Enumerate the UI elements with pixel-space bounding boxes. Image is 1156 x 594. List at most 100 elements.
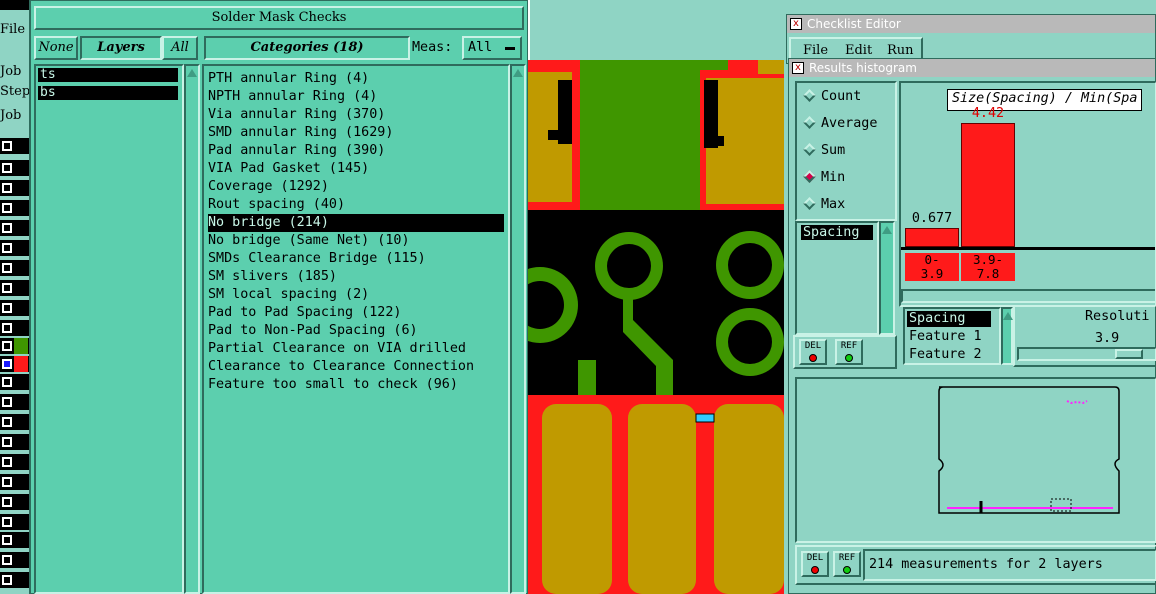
layer-toggle-row[interactable] (0, 514, 29, 530)
checkbox-icon[interactable] (2, 555, 12, 565)
category-item[interactable]: VIA Pad Gasket (145) (208, 160, 504, 178)
checkbox-icon[interactable] (2, 437, 12, 447)
field-item-spacing[interactable]: Spacing (907, 311, 991, 327)
mode-sum[interactable]: Sum (803, 143, 845, 158)
scroll-up-icon[interactable] (513, 69, 523, 77)
layer-toggle-row[interactable] (0, 474, 29, 490)
category-item[interactable]: Coverage (1292) (208, 178, 504, 196)
layer-toggle-row[interactable] (0, 240, 29, 256)
checkbox-icon[interactable] (2, 377, 12, 387)
mode-min[interactable]: Min (803, 170, 845, 185)
checkbox-icon[interactable] (2, 397, 12, 407)
layer-toggle-row[interactable] (0, 356, 29, 372)
list-item-spacing[interactable]: Spacing (801, 225, 873, 240)
checkbox-icon[interactable] (2, 141, 12, 151)
checkbox-icon[interactable] (2, 163, 12, 173)
layer-toggle-row[interactable] (0, 494, 29, 510)
category-item[interactable]: No bridge (214) (208, 214, 504, 232)
strip-label-step[interactable]: Step (0, 84, 29, 99)
categories-list[interactable]: PTH annular Ring (4) NPTH annular Ring (4… (202, 64, 510, 594)
scroll-up-icon[interactable] (187, 69, 197, 77)
checkbox-icon[interactable] (2, 575, 12, 585)
layer-toggle-row[interactable] (0, 434, 29, 450)
mode-average[interactable]: Average (803, 116, 877, 131)
layer-toggle-row[interactable] (0, 454, 29, 470)
layer-toggle-row[interactable] (0, 220, 29, 236)
measure-list[interactable]: Spacing (795, 221, 879, 335)
menu-edit[interactable]: Edit (845, 43, 872, 58)
del-button[interactable]: DEL (799, 339, 827, 365)
close-icon[interactable]: x (792, 62, 804, 74)
layers-scrollbar[interactable] (184, 64, 200, 594)
layer-toggle-row[interactable] (0, 260, 29, 276)
layer-toggle-row[interactable] (0, 300, 29, 316)
close-icon[interactable]: x (790, 18, 802, 30)
layer-toggle-row[interactable] (0, 572, 29, 588)
layer-toggle-row[interactable] (0, 280, 29, 296)
layer-toggle-row[interactable] (0, 414, 29, 430)
checkbox-icon[interactable] (2, 457, 12, 467)
category-item[interactable]: Rout spacing (40) (208, 196, 504, 214)
category-item[interactable]: Partial Clearance on VIA drilled (208, 340, 504, 358)
mode-max[interactable]: Max (803, 197, 845, 212)
category-item[interactable]: Feature too small to check (96) (208, 376, 504, 394)
checkbox-icon[interactable] (2, 303, 12, 313)
scroll-up-icon[interactable] (882, 226, 892, 234)
category-item[interactable]: SM slivers (185) (208, 268, 504, 286)
category-item[interactable]: Clearance to Clearance Connection (208, 358, 504, 376)
layer-toggle-row[interactable] (0, 374, 29, 390)
layer-toggle-row[interactable] (0, 552, 29, 568)
layer-toggle-row[interactable] (0, 138, 29, 154)
checkbox-icon[interactable] (2, 497, 12, 507)
category-item[interactable]: No bridge (Same Net) (10) (208, 232, 504, 250)
layer-item-ts[interactable]: ts (38, 68, 178, 82)
category-item[interactable]: Via annular Ring (370) (208, 106, 504, 124)
checkbox-icon[interactable] (2, 517, 12, 527)
slider-handle[interactable] (1115, 349, 1143, 359)
category-item[interactable]: SMDs Clearance Bridge (115) (208, 250, 504, 268)
category-item[interactable]: NPTH annular Ring (4) (208, 88, 504, 106)
checkbox-icon[interactable] (2, 203, 12, 213)
pcb-graphic-view[interactable] (528, 60, 784, 594)
layer-toggle-row[interactable] (0, 180, 29, 196)
menu-run[interactable]: Run (887, 43, 914, 58)
none-button[interactable]: None (34, 36, 78, 60)
checkbox-icon[interactable] (2, 183, 12, 193)
category-item[interactable]: PTH annular Ring (4) (208, 70, 504, 88)
ref-button[interactable]: REF (835, 339, 863, 365)
layer-toggle-row[interactable] (0, 160, 29, 176)
category-item[interactable]: SMD annular Ring (1629) (208, 124, 504, 142)
field-list[interactable]: Spacing Feature 1 Feature 2 (903, 307, 1001, 365)
layer-toggle-row[interactable] (0, 394, 29, 410)
scroll-up-icon[interactable] (1003, 312, 1013, 320)
chart-hscrollbar[interactable] (901, 289, 1155, 303)
layers-list[interactable]: ts bs (34, 64, 184, 594)
layer-toggle-row[interactable] (0, 200, 29, 216)
histogram-titlebar[interactable]: x Results histogram (789, 59, 1155, 77)
all-button[interactable]: All (162, 36, 198, 60)
categories-scrollbar[interactable] (510, 64, 526, 594)
checkbox-icon[interactable] (2, 243, 12, 253)
strip-label-job[interactable]: Job (0, 64, 29, 79)
checkbox-icon[interactable] (2, 341, 12, 351)
checkbox-icon[interactable] (2, 535, 12, 545)
checklist-editor-titlebar[interactable]: x Checklist Editor (787, 15, 1155, 33)
strip-label-job2[interactable]: Job (0, 108, 29, 123)
checkbox-icon[interactable] (2, 417, 12, 427)
histogram-bar[interactable] (961, 123, 1015, 247)
resolution-slider[interactable] (1017, 347, 1156, 361)
field-list-scrollbar[interactable] (1001, 307, 1013, 365)
checkbox-icon[interactable] (2, 359, 12, 369)
field-item-feature-2[interactable]: Feature 2 (909, 347, 982, 362)
status-del-button[interactable]: DEL (801, 551, 829, 577)
strip-menu-file[interactable]: File (0, 22, 29, 37)
layer-toggle-row[interactable] (0, 338, 29, 354)
layer-toggle-row[interactable] (0, 320, 29, 336)
checkbox-icon[interactable] (2, 263, 12, 273)
checkbox-icon[interactable] (2, 223, 12, 233)
category-item[interactable]: Pad annular Ring (390) (208, 142, 504, 160)
category-item[interactable]: SM local spacing (2) (208, 286, 504, 304)
field-item-feature-1[interactable]: Feature 1 (909, 329, 982, 344)
checkbox-icon[interactable] (2, 283, 12, 293)
mode-count[interactable]: Count (803, 89, 861, 104)
